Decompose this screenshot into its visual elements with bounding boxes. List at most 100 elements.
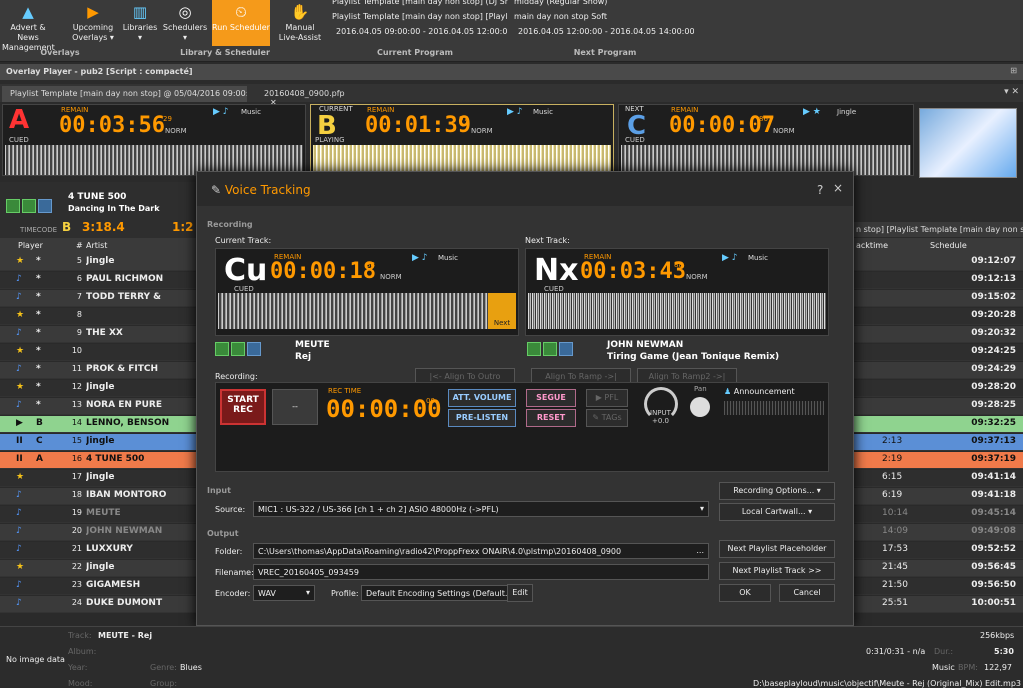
deck-time: 00:03:56 [59, 113, 165, 138]
help-button[interactable]: ? [817, 183, 823, 197]
deck-a[interactable]: A CUED REMAIN 00:03:56 29 NORM ▶ ♪ Music [2, 104, 306, 176]
cell-icon: ♪ [16, 328, 22, 338]
group-next-program-label: Next Program [573, 48, 637, 57]
cell-player: * [36, 274, 41, 284]
deck-time: 00:01:39 [365, 113, 471, 138]
tab-playlist-template[interactable]: Playlist Template [main day non stop] @ … [2, 86, 247, 102]
cell-player: * [36, 256, 41, 266]
cell-backtime: 21:50 [882, 580, 908, 590]
cell-artist: PROK & FITCH [86, 364, 159, 374]
tab-menu-icon[interactable]: ▾ ✕ [1004, 87, 1019, 97]
upcoming-overlays-button[interactable]: ▶ Upcoming Overlays ▾ [70, 0, 116, 46]
next-track-transport[interactable] [527, 342, 575, 359]
recording-options-button[interactable]: Recording Options... ▾ [719, 482, 835, 500]
next-track-waveform[interactable] [528, 293, 826, 329]
local-cartwall-button[interactable]: Local Cartwall... ▾ [719, 503, 835, 521]
cell-n: 22 [71, 562, 82, 571]
play-mode-icon[interactable]: ▶ ♪ [507, 107, 523, 117]
pre-listen-button[interactable]: PRE-LISTEN [448, 409, 516, 427]
cell-artist: Jingle [86, 256, 115, 266]
ok-button[interactable]: OK [719, 584, 771, 602]
cell-player: * [36, 346, 41, 356]
cell-artist: DUKE DUMONT [86, 598, 163, 608]
cell-n: 10 [71, 346, 82, 355]
cancel-button[interactable]: Cancel [779, 584, 835, 602]
cell-player: C [36, 436, 43, 446]
tab-pfp-file[interactable]: 20160408_0900.pfp ✕ [256, 86, 366, 107]
cell-player: * [36, 364, 41, 374]
cell-icon: ♪ [16, 508, 22, 518]
current-track-deck[interactable]: Cu CUED REMAIN 00:00:18 88 NORM ▶ ♪ Musi… [215, 248, 519, 336]
stop-rec-button[interactable]: -- [272, 389, 318, 425]
cell-schedule: 09:45:14 [971, 508, 1016, 518]
dialog-title-bar: ✎ Voice Tracking ? × [197, 172, 853, 206]
cell-icon: II [16, 436, 23, 446]
cell-artist: Jingle [86, 436, 115, 446]
microphone-icon: ✎ [211, 183, 222, 197]
profile-select[interactable]: Default Encoding Settings (Default... [361, 585, 511, 601]
next-playlist-track-button[interactable]: Next Playlist Track >> [719, 562, 835, 580]
announcement-category: ♟ Announcement [724, 387, 795, 396]
cell-schedule: 09:32:25 [971, 418, 1016, 428]
pan-knob[interactable] [690, 397, 710, 417]
group-current-program-label: Current Program [377, 48, 453, 57]
play-mode-icon[interactable]: ▶ ★ [803, 107, 821, 117]
current-track-transport[interactable] [215, 342, 263, 359]
play-mode-icon[interactable]: ▶ ♪ [412, 253, 428, 263]
current-track-waveform[interactable] [218, 293, 488, 329]
overlay-icon: ▶ [87, 3, 99, 21]
folder-field[interactable]: C:\Users\thomas\AppData\Roaming\radio42\… [253, 543, 709, 559]
play-mode-icon[interactable]: ▶ ♪ [722, 253, 738, 263]
cell-artist: NORA EN PURE [86, 400, 163, 410]
cell-schedule: 09:56:45 [971, 562, 1016, 572]
att-volume-button[interactable]: ATT. VOLUME [448, 389, 516, 407]
transport-buttons[interactable] [6, 199, 54, 216]
cell-icon: ♪ [16, 598, 22, 608]
cell-icon: ★ [16, 562, 25, 572]
play-mode-icon[interactable]: ▶ ♪ [213, 107, 229, 117]
segue-button[interactable]: SEGUE [526, 389, 576, 407]
cell-schedule: 09:56:50 [971, 580, 1016, 590]
cell-n: 19 [71, 508, 82, 517]
advert-news-button[interactable]: ▲ Advert & News Management [2, 0, 55, 52]
deck-c[interactable]: NEXT C CUED REMAIN 00:00:07 86 NORM ▶ ★ … [618, 104, 914, 176]
cell-backtime: 6:19 [882, 490, 903, 500]
pin-icon[interactable]: ⊞ [1010, 66, 1017, 75]
cell-n: 7 [76, 292, 82, 301]
profile-edit-button[interactable]: Edit [507, 584, 533, 602]
next-track-deck[interactable]: Nx CUED REMAIN 00:03:43 88 NORM ▶ ♪ Musi… [525, 248, 829, 336]
recording-panel: START REC -- REC TIME 00:00:00 00 ATT. VO… [215, 382, 829, 472]
pfl-button[interactable]: ▶ PFL [586, 389, 628, 407]
filename-field[interactable]: VREC_20160405_093459 [253, 564, 709, 580]
playlist-tabs: Playlist Template [main day non stop] @ … [0, 84, 1023, 107]
close-button[interactable]: × [833, 181, 843, 195]
tags-button[interactable]: ✎ TAGs [586, 409, 628, 427]
deck-b[interactable]: CURRENT B PLAYING REMAIN 00:01:39 97 NOR… [310, 104, 614, 176]
browse-button[interactable]: ... [696, 546, 704, 555]
libraries-button[interactable]: ▥ Libraries ▾ [120, 0, 160, 46]
reset-button[interactable]: RESET [526, 409, 576, 427]
cell-icon: ♪ [16, 274, 22, 284]
schedulers-button[interactable]: ◎ Schedulers ▾ [162, 0, 208, 46]
cell-backtime: 17:53 [882, 544, 908, 554]
cell-n: 18 [71, 490, 82, 499]
next-playlist-placeholder-button[interactable]: Next Playlist Placeholder >> [719, 540, 835, 569]
cell-player: * [36, 382, 41, 392]
run-scheduler-button[interactable]: ⏲ Run Scheduler [212, 0, 270, 46]
cell-icon: ♪ [16, 292, 22, 302]
ribbon: ▲ Advert & News Management ▶ Upcoming Overla… [0, 0, 1023, 62]
cell-schedule: 09:37:19 [971, 454, 1016, 464]
overlay-player-bar[interactable]: Overlay Player - pub2 [Script : compacté… [0, 64, 1023, 80]
cell-n: 17 [71, 472, 82, 481]
cell-n: 16 [71, 454, 82, 463]
manual-live-assist-button[interactable]: ✋ Manual Live-Assist [276, 0, 324, 46]
voice-tracking-dialog: ✎ Voice Tracking ? × Recording Current T… [196, 171, 854, 626]
cell-schedule: 10:00:51 [971, 598, 1016, 608]
start-rec-button[interactable]: START REC [220, 389, 266, 425]
source-select[interactable]: MIC1 : US-322 / US-366 [ch 1 + ch 2] ASI… [253, 501, 709, 517]
encoder-select[interactable]: WAV ▾ [253, 585, 315, 601]
cell-schedule: 09:28:20 [971, 382, 1016, 392]
cell-n: 8 [76, 310, 82, 319]
cell-icon: ♪ [16, 490, 22, 500]
cell-n: 21 [71, 544, 82, 553]
